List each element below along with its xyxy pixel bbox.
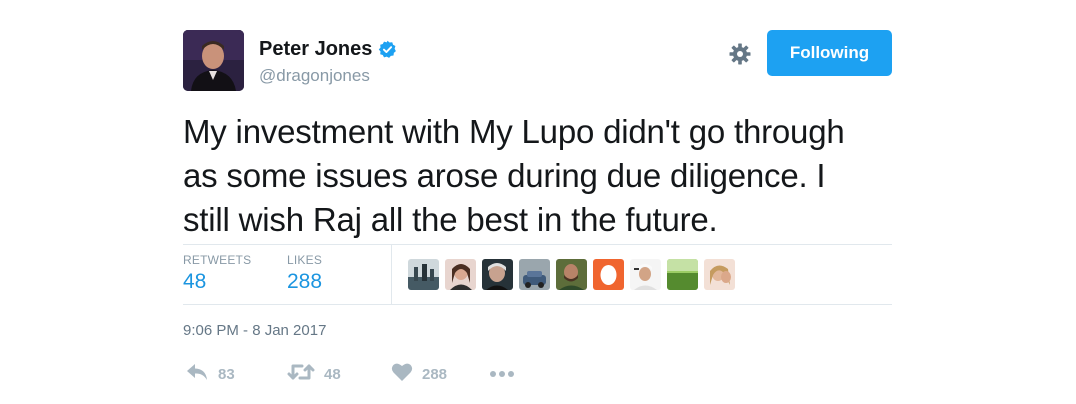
- stats-bottom-divider: [183, 304, 892, 305]
- avatar[interactable]: [183, 30, 244, 91]
- likes-label: LIKES: [287, 253, 323, 267]
- more-dots-icon: [489, 365, 515, 383]
- retweet-count: 48: [324, 365, 341, 383]
- stats-separator: [391, 245, 392, 304]
- gear-icon[interactable]: [728, 42, 752, 66]
- like-button[interactable]: 288: [391, 362, 447, 386]
- stats-bar: RETWEETS 48 LIKES 288: [183, 245, 892, 304]
- liker-avatar[interactable]: [704, 259, 735, 290]
- tweet-text: My investment with My Lupo didn't go thr…: [183, 110, 903, 242]
- retweets-stat[interactable]: RETWEETS 48: [183, 253, 251, 294]
- more-button[interactable]: [489, 362, 515, 386]
- retweets-count: 48: [183, 270, 207, 293]
- reply-count: 83: [218, 365, 235, 383]
- tweet-timestamp[interactable]: 9:06 PM - 8 Jan 2017: [183, 322, 326, 340]
- liker-avatar[interactable]: [408, 259, 439, 290]
- reply-button[interactable]: 83: [185, 362, 235, 386]
- user-handle[interactable]: @dragonjones: [259, 66, 370, 86]
- liker-avatar[interactable]: [667, 259, 698, 290]
- likes-count: 288: [287, 270, 323, 293]
- display-name[interactable]: Peter Jones: [259, 38, 372, 60]
- tweet-text-line: My investment with My Lupo didn't go thr…: [183, 113, 845, 150]
- liker-avatar[interactable]: [593, 259, 624, 290]
- liker-avatar[interactable]: [519, 259, 550, 290]
- likes-stat[interactable]: LIKES 288: [287, 253, 322, 294]
- tweet-card: Peter Jones @dragonjones Following My in…: [0, 0, 1076, 404]
- heart-icon: [391, 362, 413, 387]
- liker-avatar[interactable]: [630, 259, 661, 290]
- tweet-text-line: still wish Raj all the best in the futur…: [183, 201, 718, 238]
- liker-avatars: [408, 259, 741, 290]
- liker-avatar[interactable]: [445, 259, 476, 290]
- retweet-button[interactable]: 48: [287, 362, 341, 386]
- following-button[interactable]: Following: [767, 30, 892, 76]
- liker-avatar[interactable]: [482, 259, 513, 290]
- liker-avatar[interactable]: [556, 259, 587, 290]
- tweet-text-line: as some issues arose during due diligenc…: [183, 157, 826, 194]
- retweets-label: RETWEETS: [183, 253, 252, 267]
- verified-badge-icon: [378, 40, 397, 59]
- like-count: 288: [422, 365, 448, 383]
- reply-icon: [185, 361, 209, 388]
- retweet-icon: [287, 361, 315, 388]
